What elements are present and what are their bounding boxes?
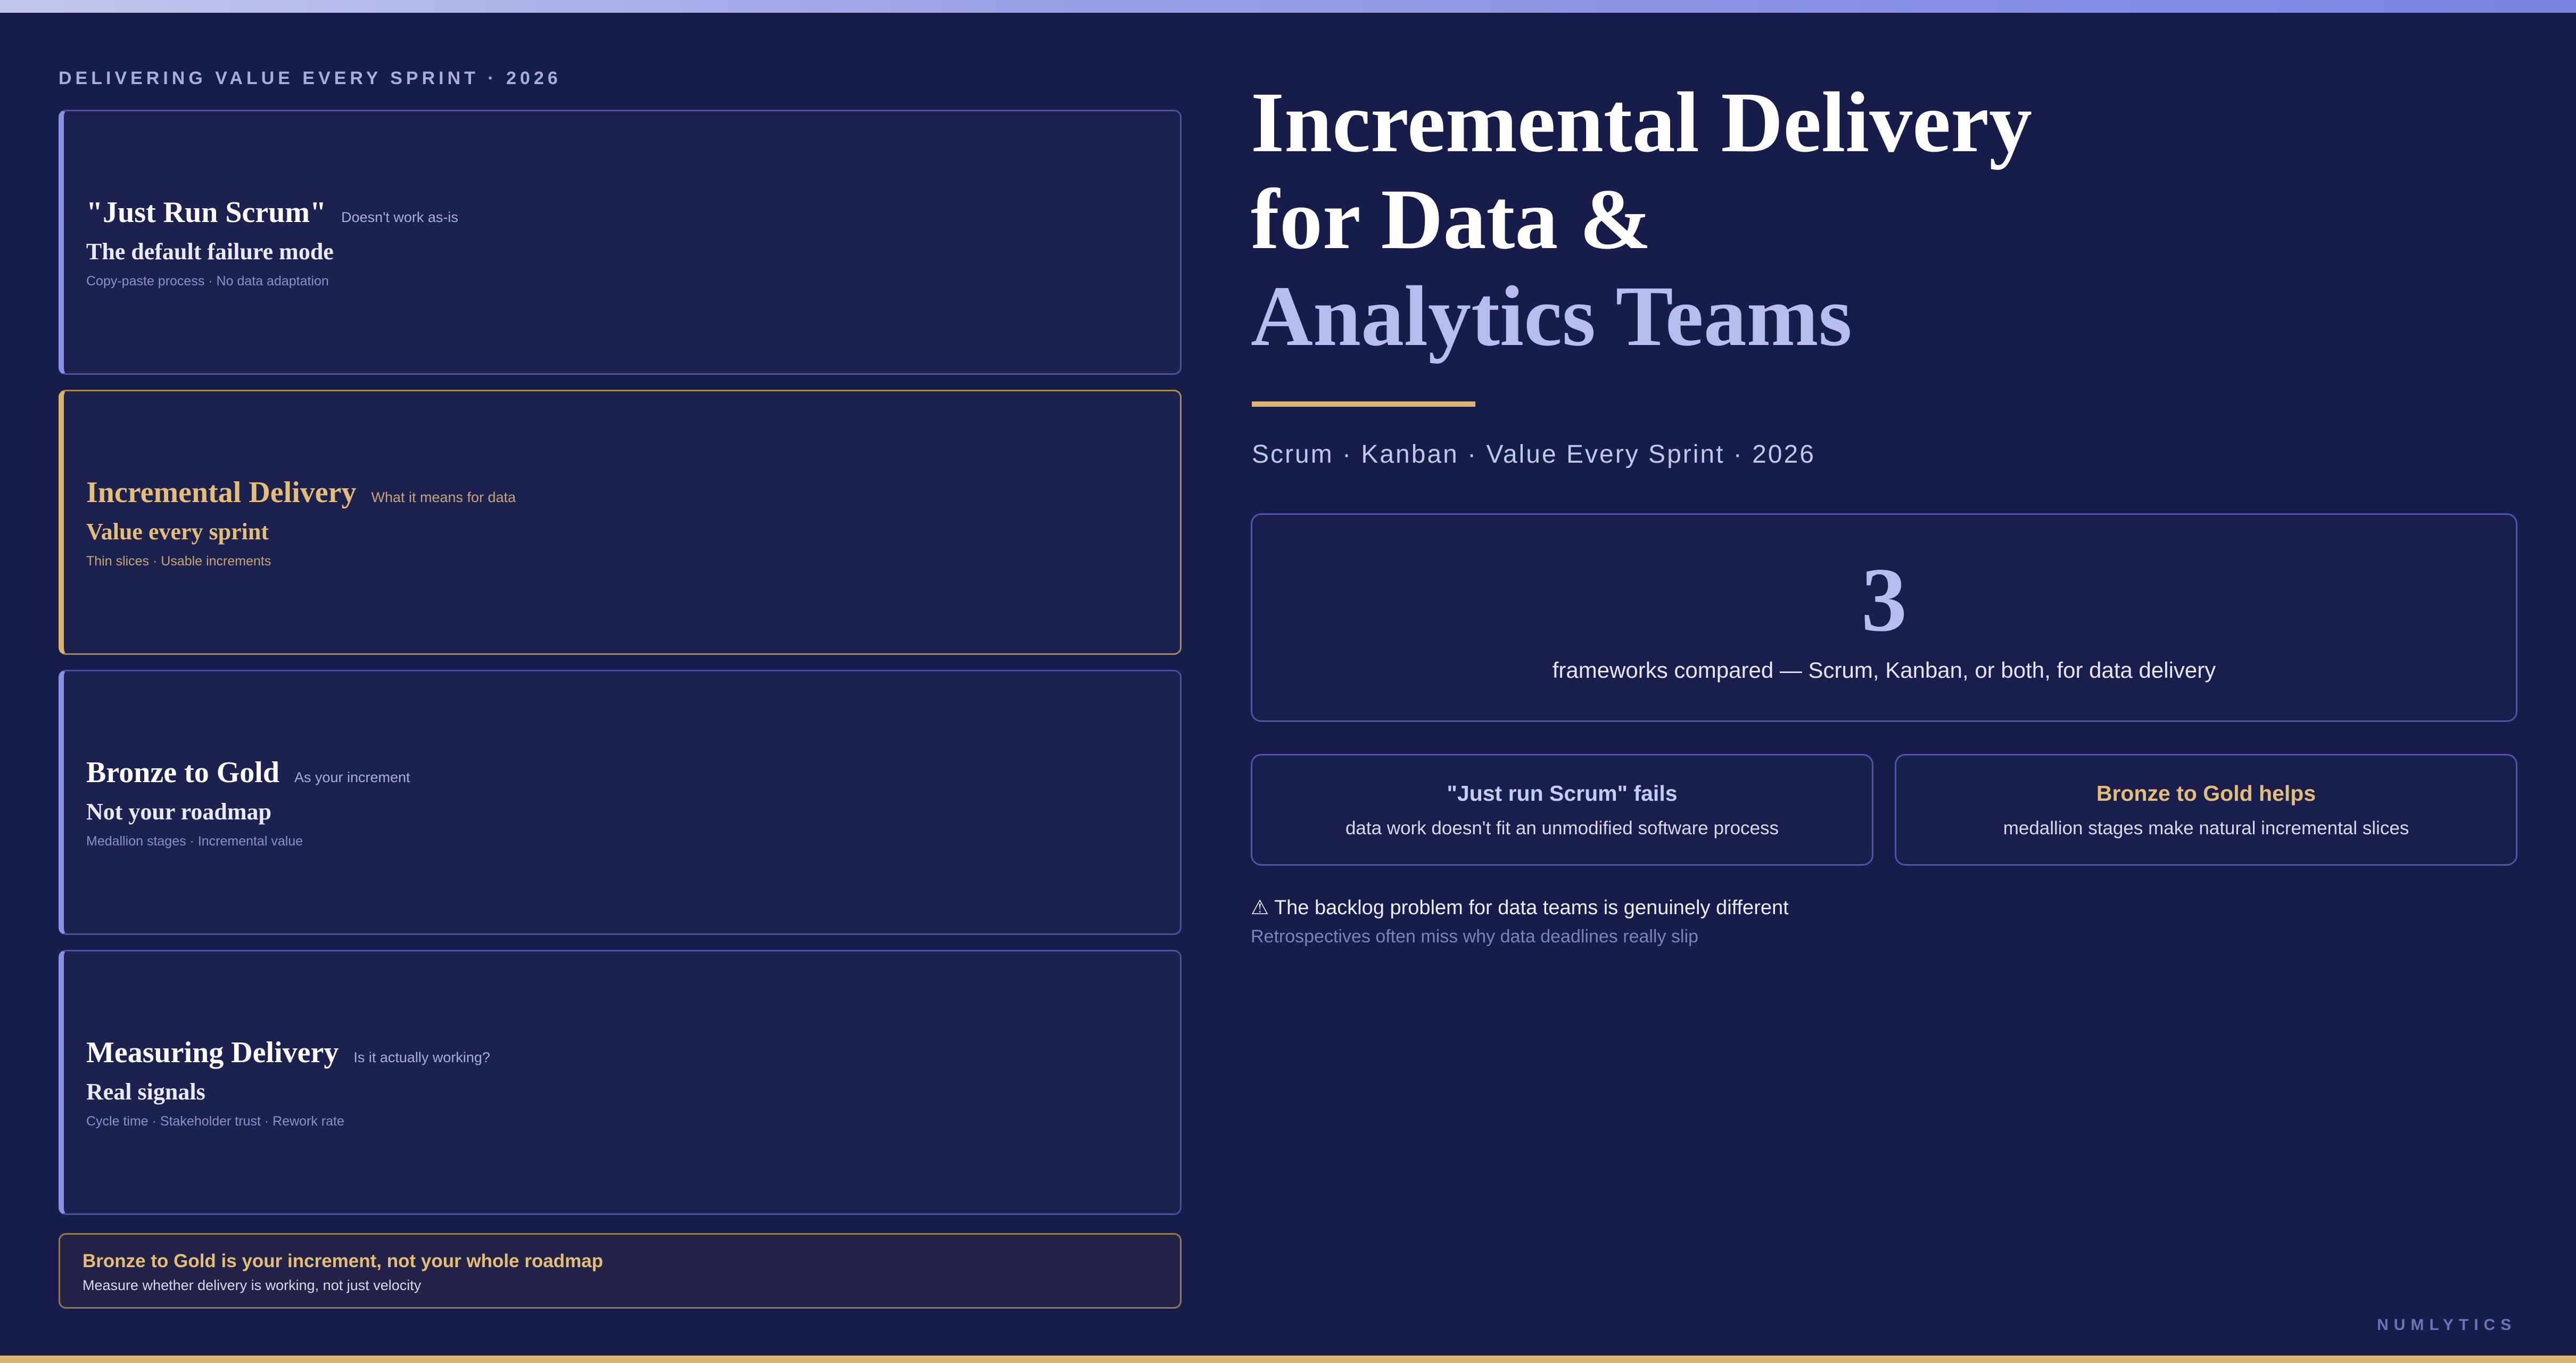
mini-card-text: medallion stages make natural incrementa…: [2003, 817, 2409, 839]
bottom-accent-bar: [0, 1356, 2576, 1363]
kicker-label: DELIVERING VALUE EVERY SPRINT · 2026: [59, 68, 562, 88]
card-subtitle: Not your roadmap: [86, 799, 271, 825]
card-meta: Cycle time · Stakeholder trust · Rework …: [86, 1114, 344, 1129]
card-meta: Copy-paste process · No data adaptation: [86, 274, 329, 289]
card-subtitle: Value every sprint: [86, 519, 269, 545]
card-tag: Doesn't work as-is: [341, 209, 458, 225]
card-subtitle: Real signals: [86, 1079, 205, 1105]
callout-box: Bronze to Gold is your increment, not yo…: [59, 1233, 1182, 1309]
hero-title-line-3: Analytics Teams: [1251, 269, 1852, 364]
card-incremental-delivery: Incremental Delivery What it means for d…: [59, 390, 1182, 655]
top-accent-bar: [0, 0, 2576, 13]
mini-card-title: Bronze to Gold helps: [2096, 781, 2316, 806]
card-subtitle: The default failure mode: [86, 239, 334, 265]
hero-title-line-1: Incremental Delivery: [1251, 75, 2033, 170]
stat-box: 3 frameworks compared — Scrum, Kanban, o…: [1251, 513, 2517, 722]
card-meta: Medallion stages · Incremental value: [86, 834, 303, 849]
card-title: Measuring Delivery: [86, 1036, 339, 1069]
stat-number: 3: [1861, 549, 1907, 651]
card-title: Bronze to Gold: [86, 756, 279, 789]
hero-title-line-2: for Data &: [1251, 172, 1652, 267]
warning-note: ⚠ The backlog problem for data teams is …: [1251, 897, 1789, 919]
card-title: "Just Run Scrum": [86, 196, 327, 229]
card-tag: Is it actually working?: [353, 1049, 490, 1065]
card-tag: What it means for data: [371, 489, 516, 505]
card-measuring-delivery: Measuring Delivery Is it actually workin…: [59, 950, 1182, 1215]
hero-divider: [1252, 401, 1475, 407]
stat-label: frameworks compared — Scrum, Kanban, or …: [1552, 658, 2216, 683]
mini-card-text: data work doesn't fit an unmodified soft…: [1345, 817, 1779, 839]
callout-title: Bronze to Gold is your increment, not yo…: [82, 1251, 604, 1271]
brand-logo-text: NUMLYTICS: [2377, 1316, 2517, 1334]
hero-subtitle: Scrum · Kanban · Value Every Sprint · 20…: [1252, 440, 1815, 469]
mini-card-title: "Just run Scrum" fails: [1447, 781, 1678, 806]
mini-card-scrum-fails: "Just run Scrum" fails data work doesn't…: [1251, 754, 1873, 866]
mini-card-bronze-gold-helps: Bronze to Gold helps medallion stages ma…: [1895, 754, 2517, 866]
card-bronze-to-gold: Bronze to Gold As your increment Not you…: [59, 670, 1182, 935]
callout-text: Measure whether delivery is working, not…: [82, 1277, 422, 1293]
card-tag: As your increment: [294, 769, 410, 785]
card-meta: Thin slices · Usable increments: [86, 554, 271, 569]
card-just-run-scrum: "Just Run Scrum" Doesn't work as-is The …: [59, 110, 1182, 375]
card-title: Incremental Delivery: [86, 476, 357, 509]
warning-subnote: Retrospectives often miss why data deadl…: [1251, 926, 1698, 947]
hero-title: Incremental Delivery for Data & Analytic…: [1251, 75, 2032, 365]
